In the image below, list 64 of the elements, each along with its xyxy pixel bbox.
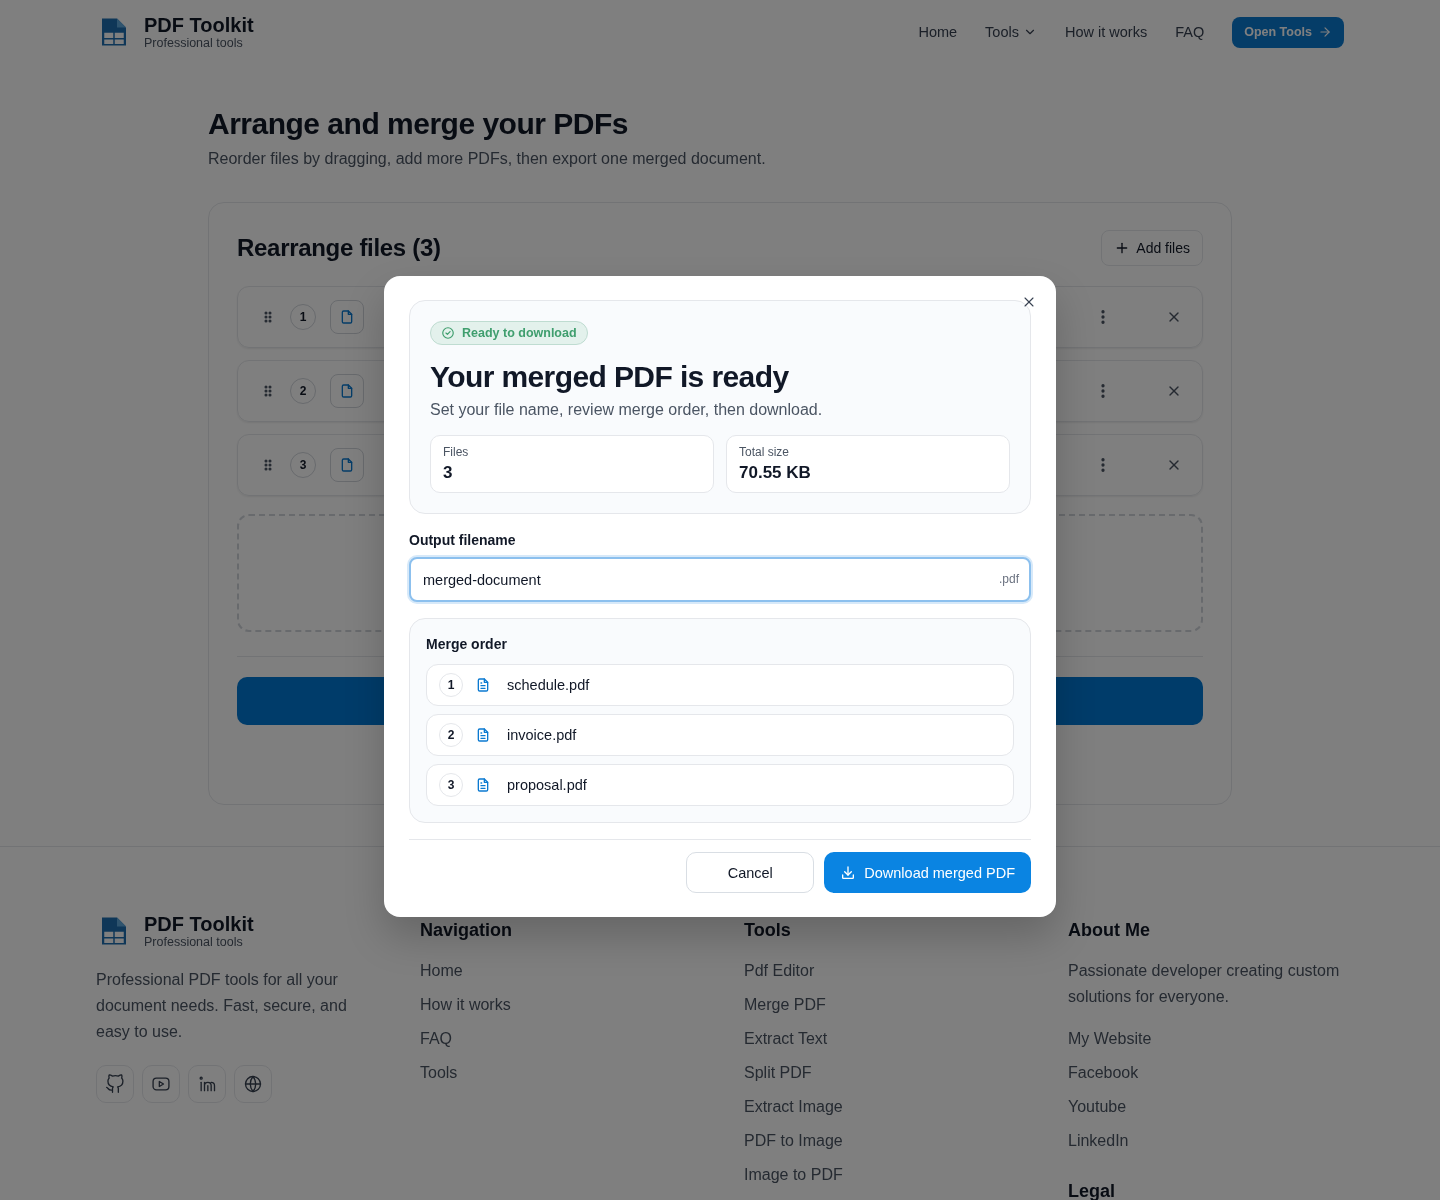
file-name: invoice.pdf (507, 727, 577, 743)
footer-link[interactable]: Extract Image (744, 1096, 843, 1118)
download-button[interactable]: Download merged PDF (824, 852, 1031, 893)
footer-link[interactable]: Merge PDF (744, 994, 826, 1016)
page-title: Arrange and merge your PDFs (208, 106, 629, 142)
github-icon (105, 1074, 125, 1094)
footer-link[interactable]: FAQ (420, 1028, 452, 1050)
file-extension: .pdf (999, 572, 1019, 586)
footer-heading: Tools (744, 919, 792, 942)
footer-link[interactable]: Home (420, 960, 463, 982)
field-label: Output filename (409, 532, 517, 548)
footer-link[interactable]: Youtube (1068, 1096, 1127, 1118)
document-icon (475, 777, 491, 793)
footer-link[interactable]: Image to PDF (744, 1164, 843, 1186)
card-title: Rearrange files (3) (237, 234, 441, 262)
dialog-title: Your merged PDF is ready (430, 359, 790, 395)
footer-description: Professional PDF tools for all your document needs. Fast, secure, and easy to use. (96, 970, 348, 1042)
nav-link[interactable]: How it works (1064, 24, 1148, 40)
nav-link[interactable]: FAQ (1175, 24, 1205, 40)
section-title: Merge order (426, 636, 508, 652)
add-files-button[interactable]: Add files (1101, 230, 1203, 266)
nav-link[interactable]: Home (918, 24, 958, 40)
footer-link[interactable]: Pdf Editor (744, 960, 815, 982)
status-badge: Ready to download (430, 321, 588, 345)
footer-heading: Navigation (420, 919, 513, 942)
footer-link[interactable]: My Website (1068, 1028, 1152, 1050)
stat-label: Files (443, 445, 470, 459)
stat-value: 3 (443, 463, 454, 483)
file-icon (339, 457, 355, 473)
globe-icon (243, 1074, 263, 1094)
footer-link[interactable]: How it works (420, 994, 511, 1016)
brand-tagline: Professional tools (144, 36, 244, 50)
brand-name: PDF Toolkit (144, 913, 254, 935)
social-link[interactable] (234, 1065, 272, 1103)
footer-link[interactable]: Facebook (1068, 1062, 1139, 1084)
file-name: schedule.pdf (507, 677, 590, 693)
stat-label: Total size (739, 445, 791, 459)
footer-heading: Legal (1068, 1180, 1116, 1200)
open-tools-button[interactable]: Open Tools (1232, 16, 1344, 48)
stat-value: 70.55 KB (739, 463, 812, 483)
footer-link[interactable]: Extract Text (744, 1028, 828, 1050)
social-link[interactable] (142, 1065, 180, 1103)
check-circle-icon (441, 326, 455, 340)
footer-link[interactable]: Split PDF (744, 1062, 812, 1084)
footer-link[interactable]: Tools (420, 1062, 458, 1084)
nav-dropdown[interactable]: Tools (985, 24, 1037, 40)
brand-tagline: Professional tools (144, 935, 244, 949)
brand-name: PDF Toolkit (144, 14, 254, 36)
document-icon (475, 727, 491, 743)
footer-heading: About Me (1068, 919, 1151, 942)
about-text: Passionate developer creating custom solutions for everyone. (1068, 961, 1341, 1007)
footer-link[interactable]: LinkedIn (1068, 1130, 1129, 1152)
file-icon (339, 309, 355, 325)
file-icon (339, 383, 355, 399)
download-icon (840, 864, 857, 881)
page-subtitle: Reorder files by dragging, add more PDFs, then export one merged document. (208, 150, 767, 168)
dialog-subtitle: Set your file name, review merge order, then download. (430, 401, 824, 419)
footer-link[interactable]: PDF to Image (744, 1130, 843, 1152)
social-link[interactable] (188, 1065, 226, 1103)
cancel-button[interactable]: Cancel (686, 852, 815, 893)
file-name: proposal.pdf (507, 777, 587, 793)
document-icon (475, 677, 491, 693)
linkedin-icon (197, 1074, 217, 1094)
social-link[interactable] (96, 1065, 134, 1103)
